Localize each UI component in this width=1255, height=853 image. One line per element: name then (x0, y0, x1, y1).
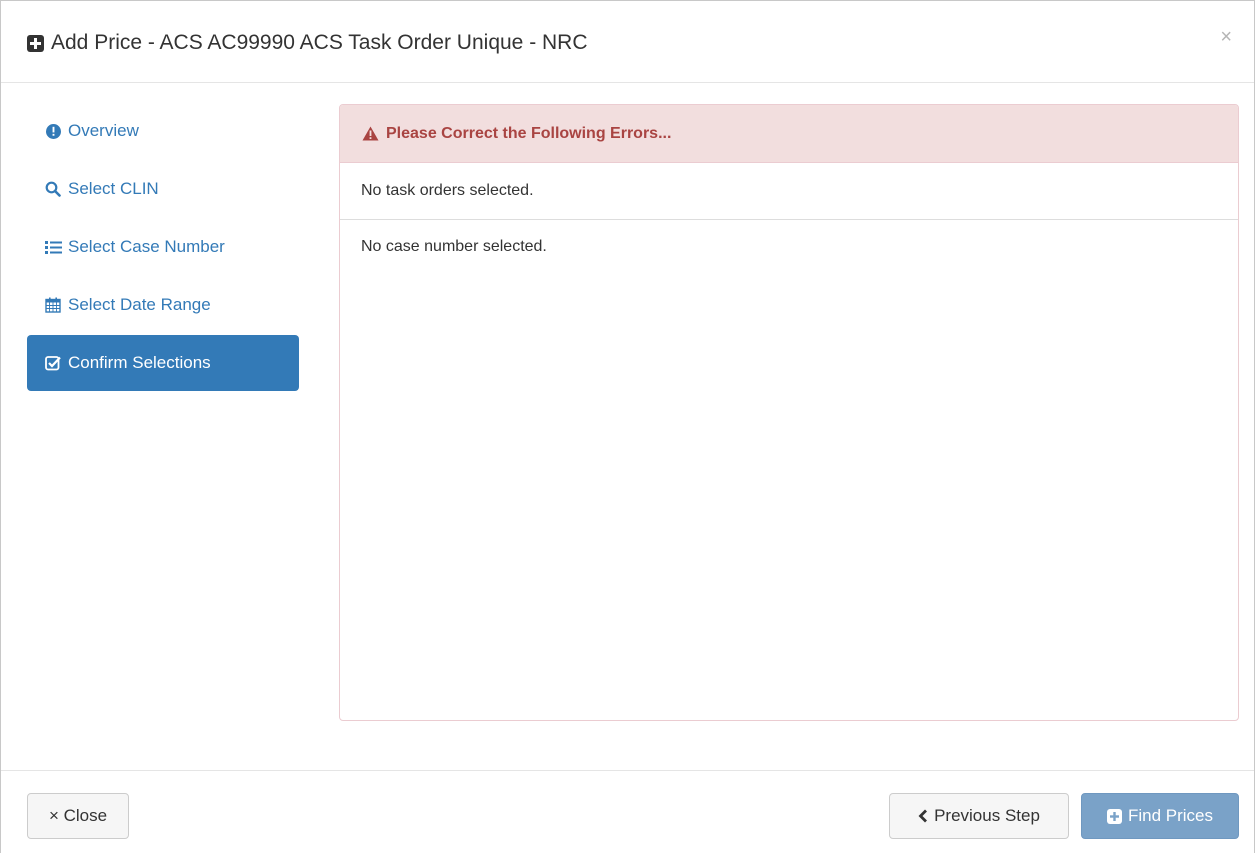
plus-square-icon (27, 34, 44, 52)
plus-square-icon (1106, 808, 1122, 824)
modal-title: Add Price - ACS AC99990 ACS Task Order U… (27, 31, 588, 55)
nav-item-label: Overview (68, 121, 139, 140)
error-item: No case number selected. (361, 238, 547, 255)
modal-title-text: Add Price - ACS AC99990 ACS Task Order U… (51, 31, 588, 54)
close-button[interactable]: × Close (27, 793, 129, 839)
nav-item-label: Select CLIN (68, 179, 159, 198)
nav-item-label: Select Date Range (68, 295, 211, 314)
error-panel-heading: Please Correct the Following Errors... (340, 105, 1238, 163)
error-item: No task orders selected. (340, 163, 1238, 220)
list-icon (44, 238, 62, 256)
nav-item-select-case-number[interactable]: Select Case Number (27, 219, 299, 275)
nav-item-label: Select Case Number (68, 237, 225, 256)
modal-header: Add Price - ACS AC99990 ACS Task Order U… (1, 1, 1254, 83)
info-circle-icon (44, 122, 62, 140)
find-prices-button[interactable]: Find Prices (1081, 793, 1239, 839)
check-square-icon (44, 354, 62, 372)
add-price-modal: Add Price - ACS AC99990 ACS Task Order U… (0, 0, 1255, 853)
nav-item-select-date-range[interactable]: Select Date Range (27, 277, 299, 333)
previous-step-button[interactable]: Previous Step (889, 793, 1069, 839)
search-icon (44, 180, 62, 198)
modal-footer: × Close Previous Step Find Prices (1, 770, 1254, 853)
error-heading-text: Please Correct the Following Errors... (386, 124, 672, 142)
nav-item-confirm-selections[interactable]: Confirm Selections (27, 335, 299, 391)
close-button-label: × Close (48, 806, 108, 825)
chevron-left-icon (918, 809, 928, 823)
close-icon[interactable]: × (1220, 27, 1232, 47)
find-prices-label: Find Prices (1127, 806, 1214, 825)
nav-item-label: Confirm Selections (68, 353, 211, 372)
nav-item-overview[interactable]: Overview (27, 103, 299, 159)
previous-step-label: Previous Step (934, 806, 1040, 825)
nav-item-select-clin[interactable]: Select CLIN (27, 161, 299, 217)
calendar-icon (44, 296, 62, 314)
error-panel: Please Correct the Following Errors... N… (339, 104, 1239, 721)
wizard-steps-nav: Overview Select CLIN Select Case Number … (27, 103, 299, 393)
warning-icon (362, 126, 379, 141)
